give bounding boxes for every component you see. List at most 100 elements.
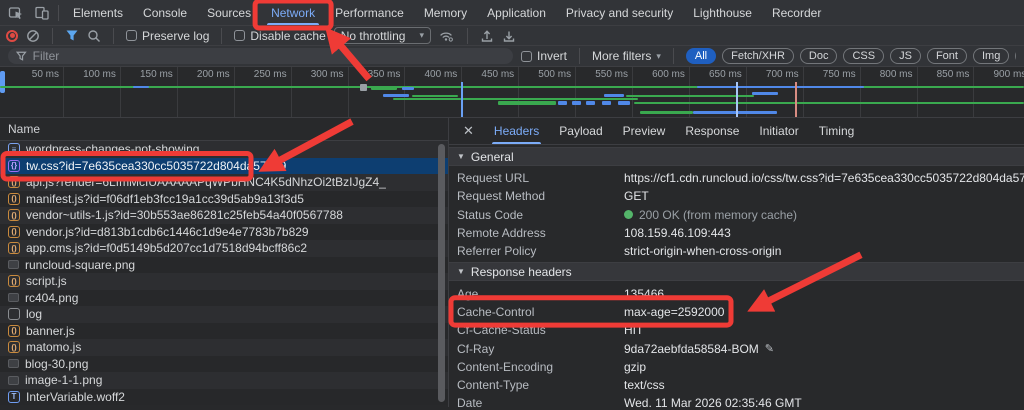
tab-performance[interactable]: Performance: [325, 0, 414, 25]
network-conditions-icon[interactable]: [439, 29, 455, 43]
checkbox[interactable]: [126, 30, 137, 41]
tab-sources[interactable]: Sources: [197, 0, 261, 25]
header-row-age: Age135466: [449, 284, 1024, 302]
request-row[interactable]: ()app.cms.js?id=f0d5149b5d207cc1d7518d94…: [0, 240, 448, 257]
section-rows: Request URLhttps://cf1.cdn.runcloud.io/c…: [449, 166, 1024, 260]
request-row[interactable]: ()vendor~utils-1.js?id=30b553ae86281c25f…: [0, 207, 448, 224]
request-row[interactable]: log: [0, 306, 448, 323]
filter-chip-media[interactable]: Media: [1015, 48, 1016, 64]
disable-cache-checkbox[interactable]: Disable cache: [234, 29, 325, 43]
tab-label: Lighthouse: [693, 6, 752, 20]
request-row[interactable]: ()script.js: [0, 273, 448, 290]
checkbox[interactable]: [521, 51, 532, 62]
header-row-date: DateWed, 11 Mar 2026 02:35:46 GMT: [449, 394, 1024, 407]
section-title: General: [471, 150, 514, 164]
img-file-icon: [8, 260, 19, 269]
details-tab-initiator[interactable]: Initiator: [749, 118, 808, 144]
request-name: rc404.png: [25, 291, 78, 305]
details-tab-timing[interactable]: Timing: [809, 118, 865, 144]
tab-application[interactable]: Application: [477, 0, 556, 25]
header-row-cf-cache-status: Cf-Cache-StatusHIT: [449, 321, 1024, 339]
inspect-element-icon[interactable]: [8, 5, 24, 21]
header-value: strict-origin-when-cross-origin: [624, 244, 781, 258]
import-har-icon[interactable]: [502, 29, 516, 43]
request-name: image-1-1.png: [25, 373, 102, 387]
header-name: Cache-Control: [449, 305, 624, 319]
request-row[interactable]: ≡wordpress-changes-not-showing: [0, 141, 448, 158]
header-name: Date: [449, 396, 624, 407]
ruler-tick-label: 600 ms: [633, 69, 685, 80]
preserve-log-checkbox[interactable]: Preserve log: [126, 29, 209, 43]
tab-elements[interactable]: Elements: [63, 0, 133, 25]
search-icon[interactable]: [87, 29, 101, 43]
header-row-status-code: Status Code200 OK (from memory cache): [449, 206, 1024, 224]
request-row[interactable]: TInterVariable.woff2: [0, 389, 448, 406]
header-value: text/css: [624, 378, 665, 392]
overview-drag-handle[interactable]: [0, 71, 5, 93]
filter-input[interactable]: [33, 49, 505, 63]
img-file-icon: [8, 376, 19, 385]
request-row[interactable]: image-1-1.png: [0, 372, 448, 389]
filter-funnel-icon[interactable]: [65, 29, 79, 42]
disable-cache-label: Disable cache: [250, 29, 325, 43]
checkbox[interactable]: [234, 30, 245, 41]
filter-chip-img[interactable]: Img: [973, 48, 1009, 64]
details-tab-preview[interactable]: Preview: [613, 118, 676, 144]
header-name: Status Code: [449, 208, 624, 222]
request-row[interactable]: ()api.js?render=6LfmMcIUAAAAAPqWPbHNC4K5…: [0, 174, 448, 191]
request-row[interactable]: ()manifest.js?id=f06df1eb3fcc19a1cc39d5a…: [0, 191, 448, 208]
section-header-response-headers[interactable]: ▼Response headers: [449, 262, 1024, 281]
close-details-icon[interactable]: ✕: [455, 118, 482, 144]
header-value: 200 OK (from memory cache): [624, 208, 797, 222]
request-row[interactable]: ()banner.js: [0, 323, 448, 340]
waterfall-bar: [618, 101, 630, 105]
tab-network[interactable]: Network: [261, 0, 325, 25]
request-row[interactable]: blog-30.png: [0, 356, 448, 373]
details-tab-response[interactable]: Response: [675, 118, 749, 144]
tab-recorder[interactable]: Recorder: [762, 0, 831, 25]
requests-scrollbar[interactable]: [438, 144, 445, 402]
details-tab-payload[interactable]: Payload: [549, 118, 612, 144]
waterfall-bar: [626, 95, 754, 97]
request-row[interactable]: ()matomo.js: [0, 339, 448, 356]
request-row[interactable]: rc404.png: [0, 290, 448, 307]
export-har-icon[interactable]: [480, 29, 494, 43]
waterfall-bar: [604, 94, 624, 97]
clear-network-log-icon[interactable]: [26, 29, 40, 43]
network-overview-timeline[interactable]: 50 ms100 ms150 ms200 ms250 ms300 ms350 m…: [0, 67, 1024, 118]
tab-lighthouse[interactable]: Lighthouse: [683, 0, 762, 25]
details-tabbar: ✕ HeadersPayload Preview ResponseInitiator…: [449, 118, 1024, 145]
record-button[interactable]: [6, 30, 18, 42]
request-row[interactable]: ()vendor.js?id=d813b1cdb6c1446c1d9e4e778…: [0, 224, 448, 241]
ruler-tick-label: 900 ms: [974, 69, 1024, 80]
js-file-icon: (): [8, 325, 20, 337]
filter-chip-font[interactable]: Font: [927, 48, 967, 64]
device-toolbar-icon[interactable]: [34, 5, 50, 21]
throttling-dropdown[interactable]: No throttling ▾: [334, 27, 431, 44]
edit-pencil-icon[interactable]: ✎: [765, 342, 774, 355]
filter-chip-doc[interactable]: Doc: [800, 48, 838, 64]
details-tab-label: Preview: [623, 124, 666, 138]
filter-chip-fetch-xhr[interactable]: Fetch/XHR: [722, 48, 794, 64]
request-row[interactable]: runcloud-square.png: [0, 257, 448, 274]
filter-input-container[interactable]: [8, 48, 513, 64]
tab-label: Network: [271, 6, 315, 20]
section-header-general[interactable]: ▼General: [449, 147, 1024, 166]
invert-checkbox[interactable]: Invert: [521, 49, 567, 63]
tab-console[interactable]: Console: [133, 0, 197, 25]
more-filters-dropdown[interactable]: More filters ▾: [592, 49, 661, 63]
details-tab-headers[interactable]: Headers: [484, 118, 549, 144]
ruler-tick-label: 50 ms: [7, 69, 59, 80]
tab-memory[interactable]: Memory: [414, 0, 477, 25]
request-row[interactable]: {}tw.css?id=7e635cea330cc5035722d804da57…: [0, 158, 448, 175]
filter-chip-js[interactable]: JS: [890, 48, 921, 64]
request-name: app.cms.js?id=f0d5149b5d207cc1d7518d94bc…: [26, 241, 307, 255]
header-value: GET: [624, 189, 649, 203]
name-column-header[interactable]: Name: [0, 118, 448, 141]
devtools-window: ElementsConsoleSources Network Performance…: [0, 0, 1024, 410]
filter-chip-css[interactable]: CSS: [843, 48, 884, 64]
request-name: api.js?render=6LfmMcIUAAAAAPqWPbHNC4K5dN…: [26, 175, 386, 189]
filter-chip-all[interactable]: All: [686, 48, 716, 64]
divider: [579, 48, 580, 64]
tab-privacy-and-security[interactable]: Privacy and security: [556, 0, 683, 25]
